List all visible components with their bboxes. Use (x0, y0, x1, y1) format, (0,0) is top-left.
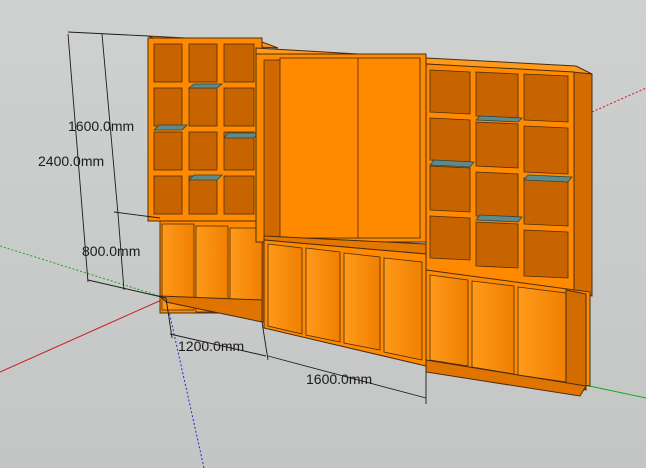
blue-axis (165, 297, 205, 468)
middle-doors (267, 243, 423, 361)
dim-total-height: 2400.0mm (38, 153, 104, 169)
middle-cabinet[interactable] (255, 47, 427, 367)
right-cabinet[interactable] (425, 57, 593, 397)
model-canvas[interactable]: 1600.0mm 2400.0mm 800.0mm 1200.0mm 1600.… (0, 0, 646, 468)
dim-left-width: 1200.0mm (178, 338, 244, 354)
dim-upper-height: 1600.0mm (68, 118, 134, 134)
3d-viewport[interactable]: 1600.0mm 2400.0mm 800.0mm 1200.0mm 1600.… (0, 0, 646, 468)
dim-lower-height: 800.0mm (82, 243, 140, 259)
red-axis (0, 297, 167, 373)
red-axis-dotted (591, 87, 646, 113)
dim-middle-width: 1600.0mm (306, 371, 372, 387)
